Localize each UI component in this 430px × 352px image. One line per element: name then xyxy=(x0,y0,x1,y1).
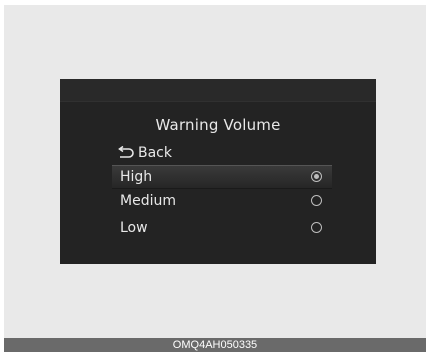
screen-title: Warning Volume xyxy=(155,116,281,134)
option-low[interactable]: Low xyxy=(112,217,332,239)
option-medium[interactable]: Medium xyxy=(112,190,332,212)
page: Warning Volume Back High Medium Low OMQ4… xyxy=(0,0,430,352)
figure-caption: OMQ4AH050335 xyxy=(4,338,426,352)
radio-unselected-icon[interactable] xyxy=(311,222,322,233)
display-screen: Warning Volume Back High Medium Low xyxy=(60,79,376,264)
option-label: Medium xyxy=(120,193,176,209)
radio-unselected-icon[interactable] xyxy=(311,195,322,206)
option-high[interactable]: High xyxy=(112,165,332,189)
radio-selected-icon[interactable] xyxy=(311,171,322,182)
radio-dot xyxy=(314,174,319,179)
back-button[interactable]: Back xyxy=(116,143,172,163)
back-arrow-icon xyxy=(116,145,136,160)
option-label: High xyxy=(120,169,153,185)
back-label: Back xyxy=(138,145,172,161)
screen-top-band xyxy=(60,79,376,102)
option-label: Low xyxy=(120,220,148,236)
